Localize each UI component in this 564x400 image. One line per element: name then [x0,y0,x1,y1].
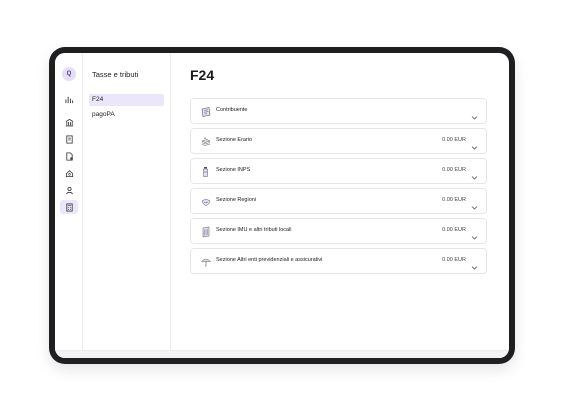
bottom-bar [55,350,509,358]
avatar[interactable]: Q [62,67,76,81]
main-content: F24 Contribuente Sezione Erario 0.00 EUR [171,53,509,350]
section-label: Contribuente [216,107,248,113]
chevron-down-icon[interactable] [471,108,478,120]
section-amount: 0.00 EUR [442,137,466,143]
section-label: Sezione INPS [216,167,251,173]
sub-sidebar: Tasse e tributi F24 pagoPA [83,53,171,350]
contributor-card-icon [200,105,212,117]
page-title: F24 [190,67,215,83]
section-label: Sezione IMU e altri tributi locali [216,227,292,233]
bank-icon[interactable] [60,115,78,129]
section-label: Sezione Altri enti previdenziali e assic… [216,257,323,263]
section-erario[interactable]: Sezione Erario 0.00 EUR [190,128,487,154]
section-amount: 0.00 EUR [442,227,466,233]
tablet-frame: Q Tasse e tributi F24 pagoPA F24 Contrib… [49,47,515,364]
house-icon[interactable] [60,166,78,180]
section-imu[interactable]: Sezione IMU e altri tributi locali 0.00 … [190,218,487,244]
document-icon[interactable] [60,149,78,163]
section-contribuente[interactable]: Contribuente [190,98,487,124]
chevron-down-icon[interactable] [471,228,478,240]
section-label: Sezione Erario [216,137,253,143]
sidebar-item-f24[interactable]: F24 [89,94,164,106]
section-amount: 0.00 EUR [442,257,466,263]
inps-bottle-icon [200,165,212,177]
sidebar-title: Tasse e tributi [92,70,139,79]
app-screen: Q Tasse e tributi F24 pagoPA F24 Contrib… [55,53,509,358]
imu-building-icon [200,225,212,238]
section-amount: 0.00 EUR [442,197,466,203]
chevron-down-icon[interactable] [471,138,478,150]
regioni-map-icon [200,195,212,207]
sidebar-item-pagopa[interactable]: pagoPA [89,109,164,121]
section-altri-enti[interactable]: Sezione Altri enti previdenziali e assic… [190,248,487,274]
icon-rail: Q [55,53,83,350]
section-amount: 0.00 EUR [442,167,466,173]
section-inps[interactable]: Sezione INPS 0.00 EUR [190,158,487,184]
person-icon[interactable] [60,183,78,197]
chevron-down-icon[interactable] [471,258,478,270]
section-label: Sezione Regioni [216,197,257,203]
erario-stack-icon [200,135,212,147]
calculator-icon[interactable] [60,200,78,214]
umbrella-icon [200,255,212,267]
chart-icon[interactable] [60,92,78,106]
chevron-down-icon[interactable] [471,198,478,210]
ledger-icon[interactable] [60,132,78,146]
chevron-down-icon[interactable] [471,168,478,180]
section-regioni[interactable]: Sezione Regioni 0.00 EUR [190,188,487,214]
